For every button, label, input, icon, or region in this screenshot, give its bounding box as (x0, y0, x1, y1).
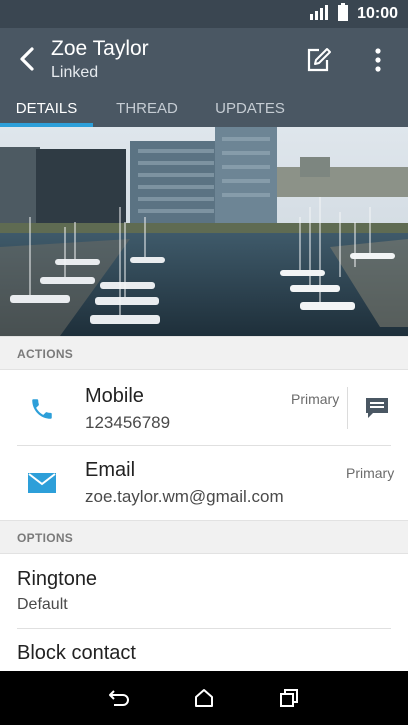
back-icon (20, 47, 34, 71)
status-time: 10:00 (357, 5, 398, 22)
status-bar: 10:00 (0, 0, 408, 28)
nav-back-button[interactable] (102, 681, 136, 715)
block-contact-label: Block contact (17, 642, 136, 664)
more-options-button[interactable] (364, 44, 392, 76)
edit-icon (307, 48, 331, 72)
ringtone-row[interactable]: Ringtone Default (0, 554, 408, 628)
options-header: OPTIONS (0, 520, 408, 554)
battery-icon (337, 2, 349, 26)
nav-back-icon (108, 690, 129, 706)
mobile-number: 123456789 (85, 413, 171, 432)
home-icon (194, 689, 213, 707)
email-primary-tag: Primary (346, 465, 395, 481)
message-icon (366, 398, 388, 418)
mobile-label: Mobile (85, 385, 144, 407)
mobile-row[interactable]: Mobile 123456789 Primary (0, 371, 408, 446)
contact-photo (0, 127, 408, 336)
recents-icon (280, 689, 299, 707)
contact-subtitle: Linked (51, 64, 99, 81)
phone-icon (26, 393, 58, 425)
edit-button[interactable] (303, 44, 335, 76)
ringtone-value: Default (17, 596, 68, 613)
email-row[interactable]: Email zoe.taylor.wm@gmail.com Primary (0, 446, 408, 520)
more-vert-icon (375, 48, 381, 72)
email-label: Email (85, 459, 136, 481)
block-contact-row[interactable]: Block contact (0, 629, 408, 671)
row-separator (347, 387, 348, 429)
tab-bar: DETAILS THREAD UPDATES (0, 93, 408, 127)
mobile-primary-tag: Primary (291, 391, 340, 407)
message-button[interactable] (362, 393, 392, 423)
back-button[interactable] (12, 44, 42, 74)
navigation-bar (0, 671, 408, 725)
contact-name: Zoe Taylor (51, 37, 149, 60)
nav-home-button[interactable] (187, 681, 221, 715)
signal-icon (309, 4, 329, 25)
nav-recents-button[interactable] (272, 681, 306, 715)
tab-updates[interactable]: UPDATES (201, 93, 299, 127)
tab-details[interactable]: DETAILS (0, 93, 93, 127)
app-bar: Zoe Taylor Linked (0, 28, 408, 93)
ringtone-label: Ringtone (17, 568, 98, 590)
email-icon (26, 467, 58, 499)
email-address: zoe.taylor.wm@gmail.com (85, 487, 284, 506)
tab-thread[interactable]: THREAD (93, 93, 201, 127)
actions-header: ACTIONS (0, 336, 408, 370)
